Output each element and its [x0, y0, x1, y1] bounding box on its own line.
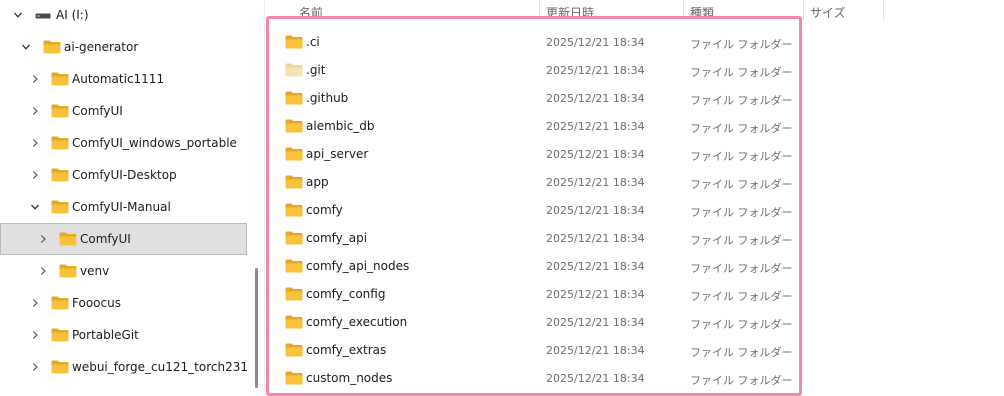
folder-icon: [51, 104, 69, 118]
nav-item[interactable]: webui_forge_cu121_torch231: [0, 351, 248, 383]
chevron-down-icon[interactable]: [30, 202, 40, 212]
nav-item[interactable]: PortableGit: [0, 319, 247, 351]
nav-item-label: Fooocus: [72, 296, 121, 310]
folder-icon: [51, 168, 69, 182]
folder-icon: [59, 232, 77, 246]
chevron-right-icon[interactable]: [30, 138, 40, 148]
nav-item[interactable]: ComfyUI: [0, 223, 247, 255]
chevron-right-icon[interactable]: [38, 266, 48, 276]
folder-icon: [51, 328, 69, 342]
nav-item[interactable]: AI (I:): [0, 0, 247, 31]
chevron-down-icon[interactable]: [13, 10, 23, 20]
drive-icon: [35, 10, 53, 24]
nav-item-label: ai-generator: [64, 40, 139, 54]
nav-item-label: webui_forge_cu121_torch231: [72, 360, 248, 374]
nav-item-label: Automatic1111: [72, 72, 165, 86]
nav-item-label: venv: [80, 264, 110, 278]
chevron-right-icon[interactable]: [30, 298, 40, 308]
folder-icon: [51, 296, 69, 310]
column-divider[interactable]: [883, 0, 884, 20]
nav-item[interactable]: venv: [0, 255, 247, 287]
chevron-right-icon[interactable]: [30, 362, 40, 372]
folder-icon: [51, 72, 69, 86]
pane-splitter[interactable]: [264, 0, 265, 396]
nav-item-label: ComfyUI-Manual: [72, 200, 171, 214]
chevron-right-icon[interactable]: [30, 106, 40, 116]
nav-item[interactable]: ComfyUI-Manual: [0, 191, 247, 223]
column-divider[interactable]: [803, 0, 804, 20]
nav-item-label: ComfyUI-Desktop: [72, 168, 177, 182]
nav-item-label: ComfyUI: [80, 232, 131, 246]
nav-item[interactable]: Automatic1111: [0, 63, 247, 95]
chevron-down-icon[interactable]: [21, 42, 31, 52]
nav-item[interactable]: ComfyUI: [0, 95, 247, 127]
nav-item[interactable]: ComfyUI_windows_portable: [0, 127, 247, 159]
folder-icon: [51, 136, 69, 150]
nav-item[interactable]: Fooocus: [0, 287, 247, 319]
folder-icon: [51, 200, 69, 214]
column-size[interactable]: サイズ: [810, 4, 846, 21]
chevron-right-icon[interactable]: [30, 74, 40, 84]
navigation-pane: AI (I:) ai-generator Automatic1111 ComfyUI C…: [0, 0, 264, 396]
nav-item[interactable]: ai-generator: [0, 31, 247, 63]
folder-icon: [43, 40, 61, 54]
chevron-right-icon[interactable]: [30, 330, 40, 340]
chevron-right-icon[interactable]: [38, 234, 48, 244]
nav-scrollbar[interactable]: [255, 268, 258, 388]
nav-item-label: PortableGit: [72, 328, 139, 342]
highlight-box: [266, 16, 802, 396]
folder-icon: [51, 360, 69, 374]
chevron-right-icon[interactable]: [30, 170, 40, 180]
nav-item-label: ComfyUI: [72, 104, 123, 118]
nav-item[interactable]: ComfyUI-Desktop: [0, 159, 247, 191]
nav-item-label: ComfyUI_windows_portable: [72, 136, 237, 150]
nav-item-label: AI (I:): [56, 8, 89, 22]
folder-icon: [59, 264, 77, 278]
